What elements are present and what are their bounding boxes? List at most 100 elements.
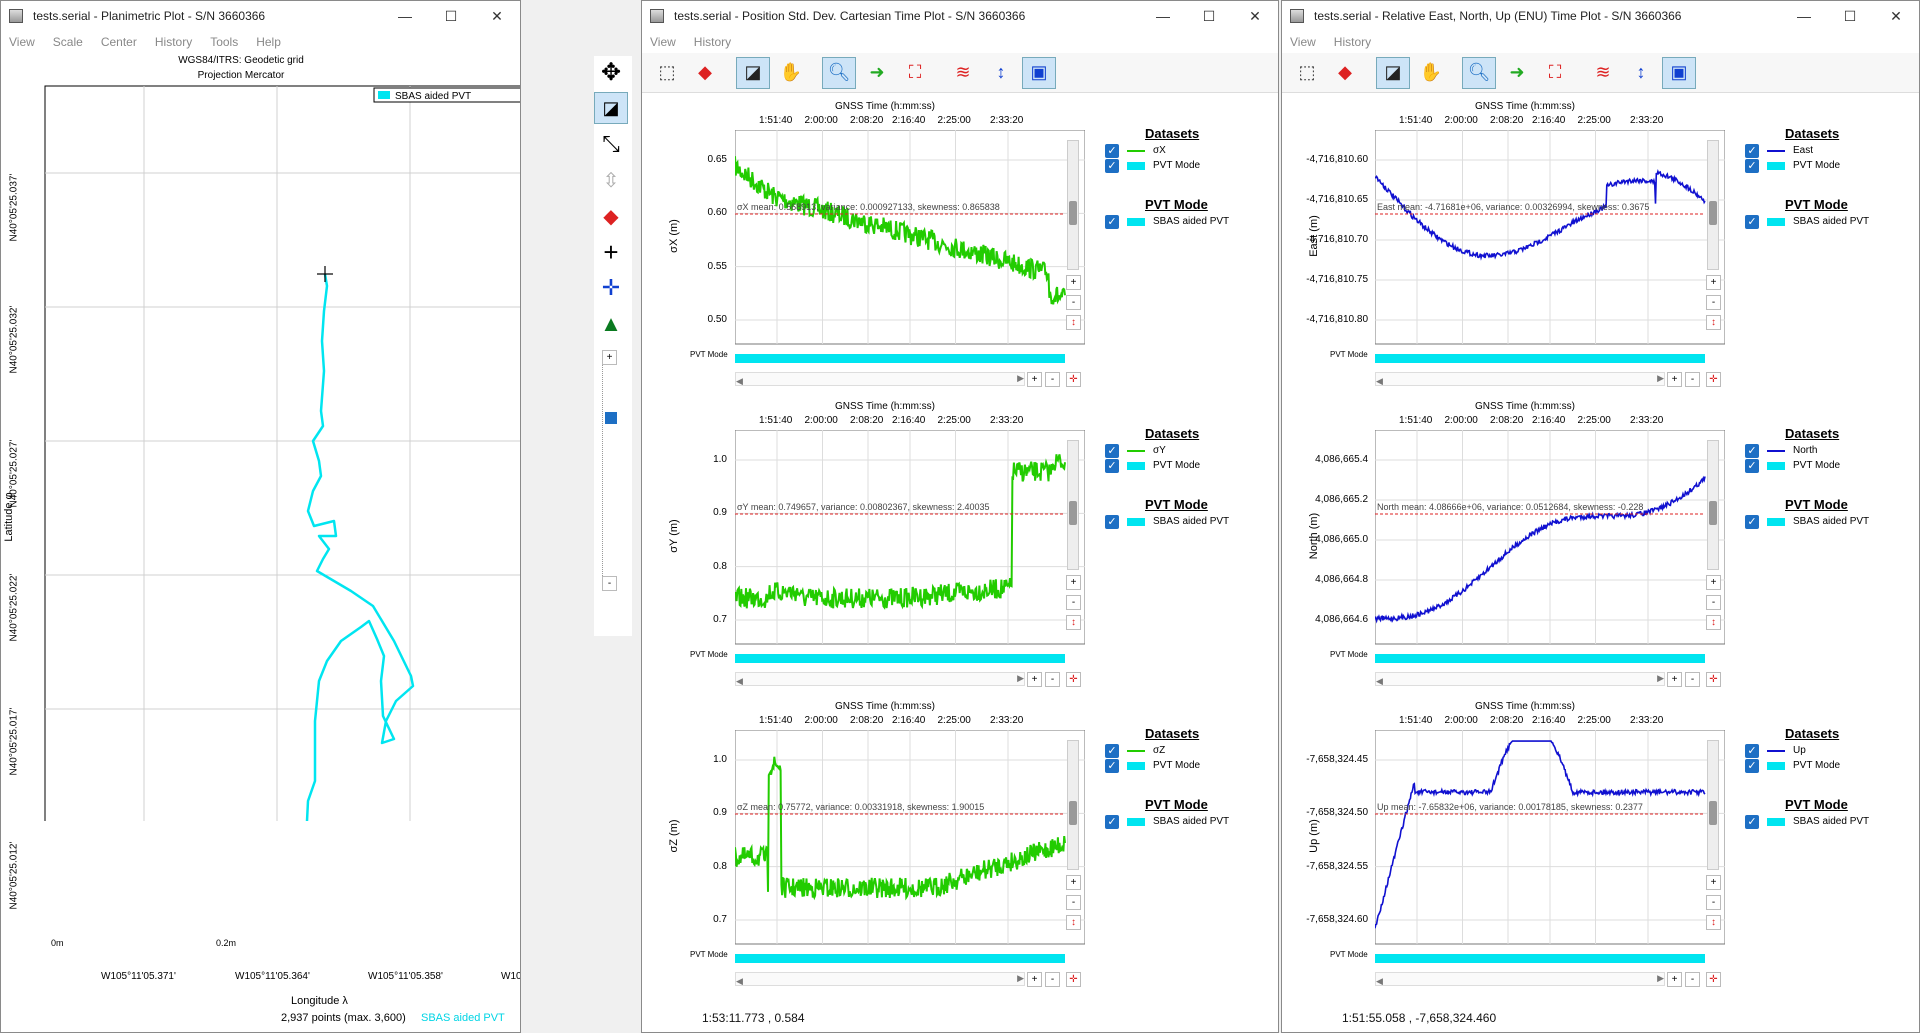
y-fit-button[interactable]: ↕ [1624,57,1658,89]
menu-center[interactable]: Center [101,35,137,49]
fit-button[interactable]: ⛶ [898,57,932,89]
zoom-out-y-button[interactable]: - [1066,595,1081,610]
horizontal-scrollbar[interactable]: ◀ ▶ [1375,672,1665,686]
y-fit-button[interactable]: ↕ [984,57,1018,89]
reset-xy-button[interactable]: ✛ [1066,372,1081,387]
reset-xy-button[interactable]: ✛ [1066,672,1081,687]
vertical-scrollbar[interactable] [1707,140,1719,270]
zoom-in-x-button[interactable]: + [1027,372,1042,387]
zoom-in-y-button[interactable]: + [1706,275,1721,290]
scroll-thumb[interactable] [1709,201,1717,225]
zoom-in-x-button[interactable]: + [1667,672,1682,687]
time-plot-area[interactable] [1375,730,1725,970]
menu-history[interactable]: History [1334,35,1371,49]
center-button[interactable]: ✛ [594,272,628,304]
eraser-button[interactable]: ◆ [594,200,628,232]
zoom-out-x-button[interactable]: - [1045,372,1060,387]
reset-xy-button[interactable]: ✛ [1706,672,1721,687]
sbas-checkbox[interactable]: ✓ [1105,514,1119,529]
reset-y-button[interactable]: ↕ [1706,315,1721,330]
sbas-checkbox[interactable]: ✓ [1105,214,1119,229]
zoom-out-y-button[interactable]: - [1706,595,1721,610]
eraser-button[interactable]: ◆ [688,57,722,89]
eraser-button[interactable]: ◆ [1328,57,1362,89]
zoom-out-y-button[interactable]: - [1066,295,1081,310]
title-bar[interactable]: tests.serial - Position Std. Dev. Cartes… [642,1,1278,31]
zoom-in-x-button[interactable]: + [1027,972,1042,987]
menu-scale[interactable]: Scale [53,35,83,49]
planimetric-plot[interactable]: SBAS aided PVT [1,81,521,821]
pvt-mode-checkbox[interactable]: ✓ [1745,158,1759,173]
menu-view[interactable]: View [9,35,35,49]
scroll-thumb[interactable] [1069,201,1077,225]
zoom-out-x-button[interactable]: - [1685,372,1700,387]
close-button[interactable]: ✕ [1873,1,1919,31]
zoom-box-button[interactable]: ◪ [736,56,770,89]
select-button[interactable]: ⬚ [650,57,684,89]
menu-tools[interactable]: Tools [210,35,238,49]
measure-button[interactable]: ⇳ [594,164,628,196]
menu-view[interactable]: View [1290,35,1316,49]
vertical-scrollbar[interactable] [1707,440,1719,570]
minimize-button[interactable]: — [1781,1,1827,31]
zoom-box-button[interactable]: ◪ [594,92,628,124]
zoom-in-y-button[interactable]: + [1706,875,1721,890]
sbas-checkbox[interactable]: ✓ [1105,814,1119,829]
maximize-button[interactable]: ☐ [428,1,474,31]
maximize-button[interactable]: ☐ [1827,1,1873,31]
reset-y-button[interactable]: ↕ [1706,915,1721,930]
time-plot-area[interactable] [1375,130,1725,370]
zoom-plus-button[interactable]: + [602,350,617,365]
zoom-slider[interactable]: + - [602,350,620,591]
horizontal-scrollbar[interactable]: ◀ ▶ [735,972,1025,986]
magnify-button[interactable]: 🔍︎ [822,56,856,89]
zoom-in-y-button[interactable]: + [1706,575,1721,590]
zoom-minus-button[interactable]: - [602,576,617,591]
menu-history[interactable]: History [155,35,192,49]
series-checkbox[interactable]: ✓ [1105,443,1119,458]
pvt-mode-checkbox[interactable]: ✓ [1745,758,1759,773]
minimize-button[interactable]: — [1140,1,1186,31]
menu-history[interactable]: History [694,35,731,49]
reset-y-button[interactable]: ↕ [1066,615,1081,630]
time-plot-area[interactable] [735,430,1085,670]
reset-xy-button[interactable]: ✛ [1706,372,1721,387]
horizontal-scrollbar[interactable]: ◀ ▶ [735,372,1025,386]
time-plot-area[interactable] [1375,430,1725,670]
zoom-out-x-button[interactable]: - [1045,672,1060,687]
zoom-in-button[interactable]: ⤡ [594,128,628,160]
vertical-scrollbar[interactable] [1067,140,1079,270]
overlay-button[interactable]: ≋ [1586,57,1620,89]
zoom-in-x-button[interactable]: + [1667,972,1682,987]
reset-y-button[interactable]: ↕ [1066,915,1081,930]
sbas-checkbox[interactable]: ✓ [1745,814,1759,829]
export-button[interactable]: ▣ [1662,56,1696,89]
horizontal-scrollbar[interactable]: ◀ ▶ [1375,972,1665,986]
close-button[interactable]: ✕ [474,1,520,31]
zoom-in-x-button[interactable]: + [1667,372,1682,387]
scroll-thumb[interactable] [1069,801,1077,825]
vertical-scrollbar[interactable] [1067,740,1079,870]
select-button[interactable]: ⬚ [1290,57,1324,89]
series-checkbox[interactable]: ✓ [1745,743,1759,758]
export-button[interactable]: ▣ [1022,56,1056,89]
scroll-thumb[interactable] [1709,501,1717,525]
zoom-in-y-button[interactable]: + [1066,275,1081,290]
maximize-button[interactable]: ☐ [1186,1,1232,31]
zoom-slider-thumb[interactable] [605,412,617,424]
next-button[interactable]: ➜ [1500,57,1534,89]
zoom-out-y-button[interactable]: - [1706,895,1721,910]
scroll-thumb[interactable] [1069,501,1077,525]
move-tool-button[interactable]: ✥ [594,56,628,88]
zoom-out-y-button[interactable]: - [1066,895,1081,910]
overlay-button[interactable]: ≋ [946,57,980,89]
reset-y-button[interactable]: ↕ [1066,315,1081,330]
vertical-scrollbar[interactable] [1067,440,1079,570]
horizontal-scrollbar[interactable]: ◀ ▶ [735,672,1025,686]
time-plot-area[interactable] [735,130,1085,370]
zoom-in-y-button[interactable]: + [1066,575,1081,590]
series-checkbox[interactable]: ✓ [1745,143,1759,158]
vertical-scrollbar[interactable] [1707,740,1719,870]
next-button[interactable]: ➜ [860,57,894,89]
horizontal-scrollbar[interactable]: ◀ ▶ [1375,372,1665,386]
